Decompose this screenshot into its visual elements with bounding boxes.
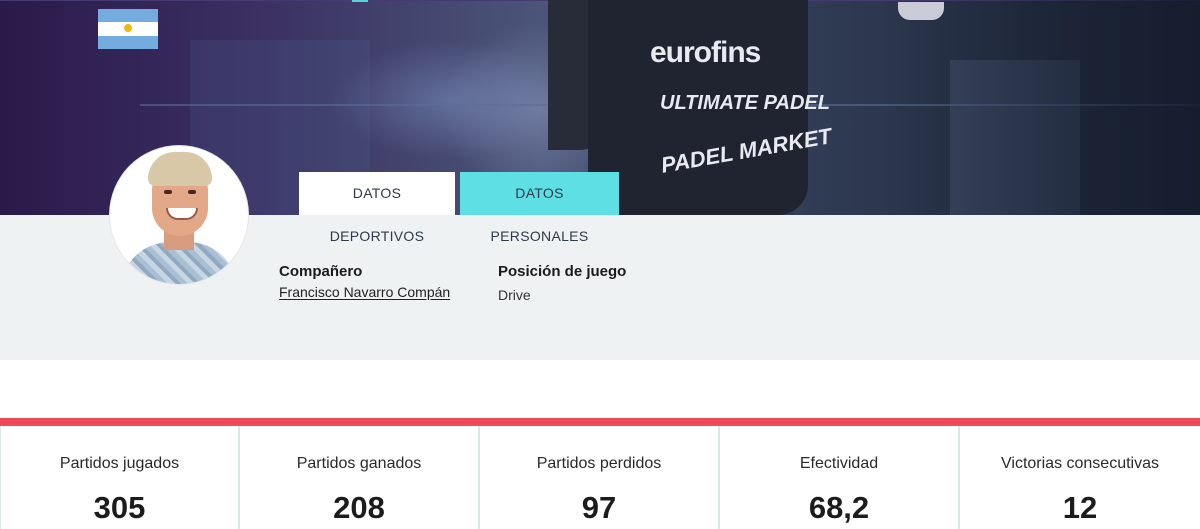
stat-effectiveness: Efectividad 68,2 [720, 426, 960, 529]
partner-label: Compañero [279, 263, 363, 280]
sponsor-logo: ULTIMATE PADEL [660, 92, 830, 114]
player-avatar [110, 146, 248, 284]
stat-value: 305 [93, 490, 146, 525]
stats-row: Partidos jugados 305 Partidos ganados 20… [0, 426, 1200, 529]
partner-field: Compañero Francisco Navarro Compán [279, 262, 450, 302]
tab-datos-personales[interactable]: DATOS PERSONALES [460, 172, 619, 244]
stat-matches-lost: Partidos perdidos 97 [480, 426, 720, 529]
stat-value: 97 [581, 490, 617, 525]
hero-accent [352, 0, 368, 2]
partner-link[interactable]: Francisco Navarro Compán [279, 284, 450, 300]
stat-label: Partidos ganados [296, 455, 422, 472]
stat-label: Partidos jugados [59, 455, 180, 472]
stat-label: Efectividad [799, 455, 879, 472]
sun-icon [124, 24, 132, 33]
stat-value: 12 [1062, 490, 1098, 525]
racket-strap [898, 2, 944, 20]
stat-value: 208 [333, 490, 385, 525]
profile-tabs: DATOS DEPORTIVOS DATOS PERSONALES [299, 172, 619, 244]
stat-label: Victorias consecutivas [1001, 455, 1159, 472]
position-field: Posición de juego Drive [498, 262, 626, 305]
argentina-flag-icon [98, 9, 158, 49]
stat-label: Partidos perdidos [536, 455, 662, 472]
stat-matches-played: Partidos jugados 305 [0, 426, 240, 529]
position-label: Posición de juego [498, 263, 627, 280]
stat-matches-won: Partidos ganados 208 [240, 426, 480, 529]
tab-datos-deportivos[interactable]: DATOS DEPORTIVOS [299, 172, 455, 244]
position-value: Drive [498, 287, 531, 303]
background-shade [880, 0, 1200, 215]
stat-value: 68,2 [808, 490, 870, 525]
sponsor-logo: eurofins [650, 36, 761, 69]
stat-consecutive-wins: Victorias consecutivas 12 [960, 426, 1200, 529]
stats-section: Partidos jugados 305 Partidos ganados 20… [0, 418, 1200, 529]
